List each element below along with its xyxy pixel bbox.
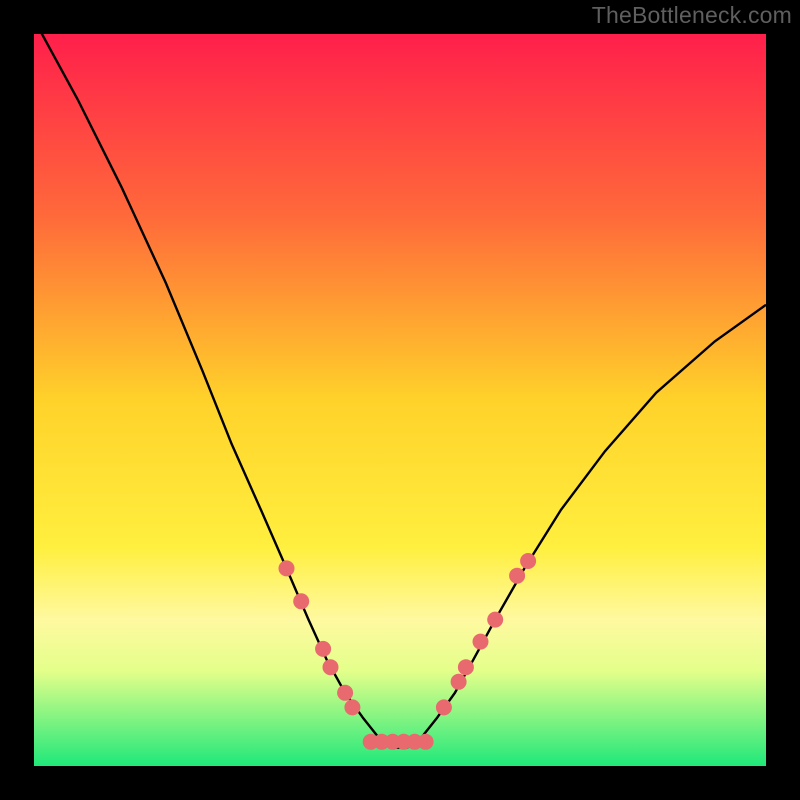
- highlight-point: [418, 734, 434, 750]
- highlight-point: [337, 685, 353, 701]
- highlight-point: [487, 612, 503, 628]
- highlight-point: [451, 674, 467, 690]
- chart-frame: TheBottleneck.com: [0, 0, 800, 800]
- highlight-point: [436, 699, 452, 715]
- highlight-point: [293, 593, 309, 609]
- highlight-point: [509, 568, 525, 584]
- highlight-point: [315, 641, 331, 657]
- plot-area: [34, 34, 766, 766]
- highlight-point: [458, 659, 474, 675]
- gradient-background: [34, 34, 766, 766]
- highlight-point: [323, 659, 339, 675]
- highlight-point: [520, 553, 536, 569]
- watermark-text: TheBottleneck.com: [592, 2, 792, 29]
- highlight-point: [279, 560, 295, 576]
- highlight-point: [473, 634, 489, 650]
- highlight-point: [344, 699, 360, 715]
- bottleneck-chart: [34, 34, 766, 766]
